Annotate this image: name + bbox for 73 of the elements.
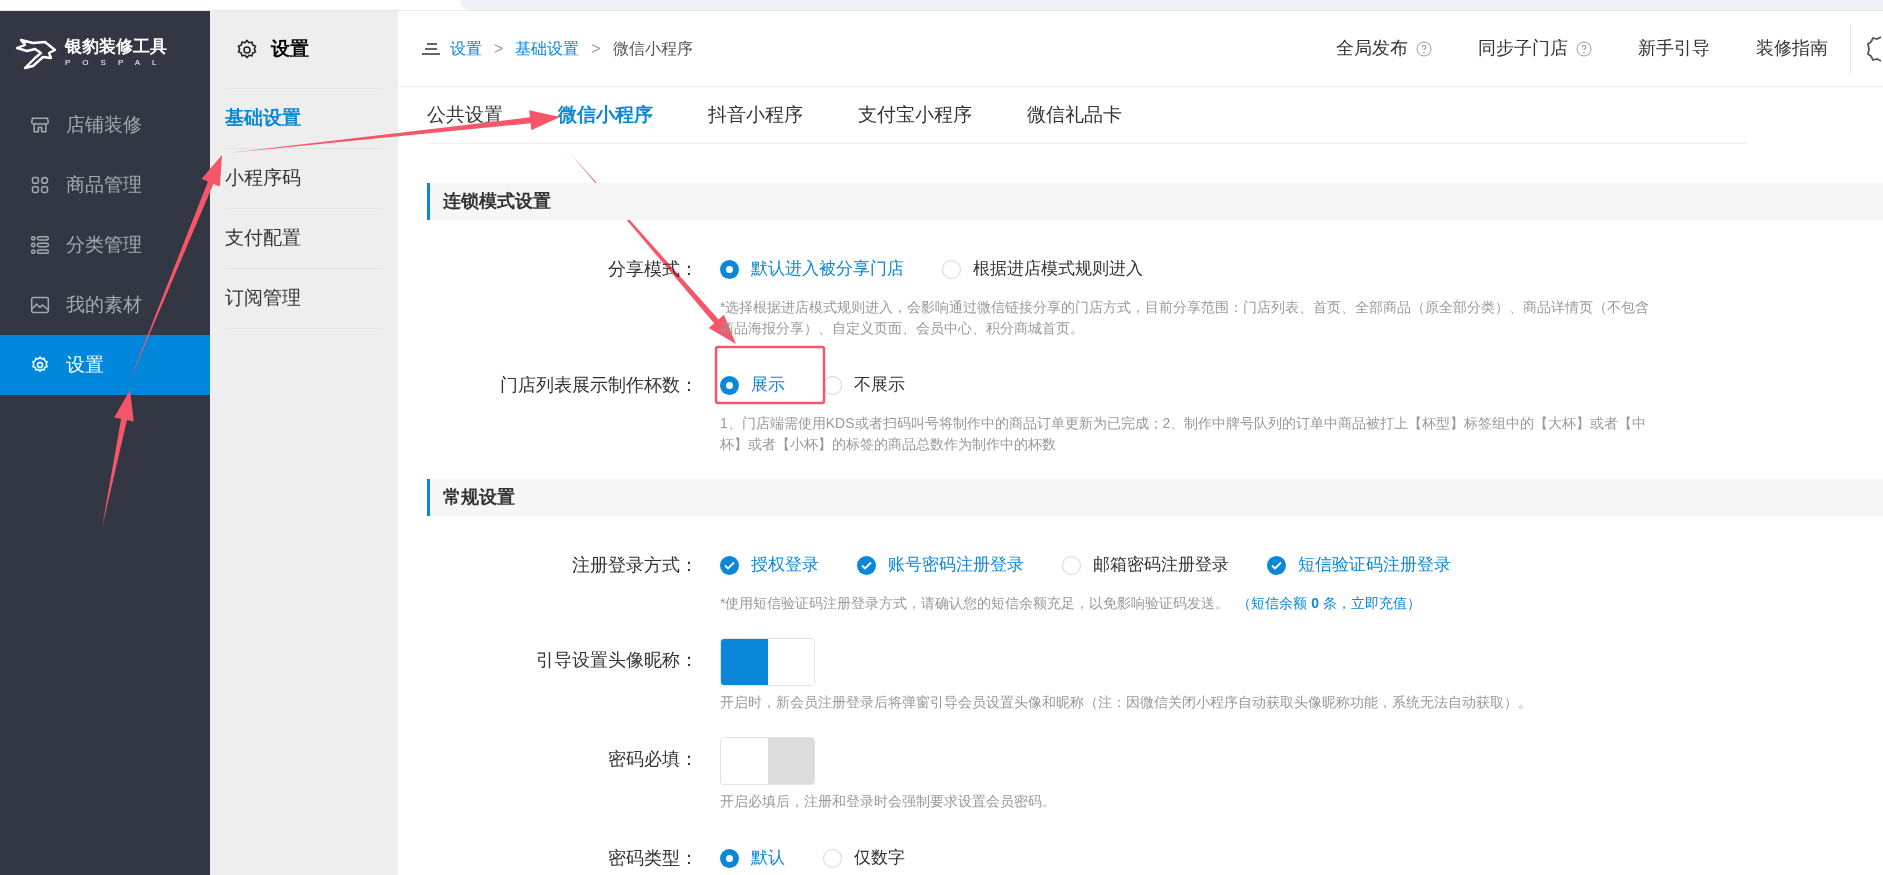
nav-item[interactable]: 商品管理 xyxy=(0,155,210,215)
help-text: 开启时，新会员注册登录后将弹窗引导会员设置头像和昵称（注：因微信关闭小程序自动获取头像昵称功能，系统无法自动获取）。 xyxy=(720,693,1532,712)
option-label: 授权登录 xyxy=(751,554,819,577)
check-icon xyxy=(724,560,735,570)
leopard-logo-icon xyxy=(15,36,57,70)
radio-button[interactable] xyxy=(720,259,739,279)
recharge-link[interactable]: （短信余额 0 条，立即充值） xyxy=(1237,595,1422,611)
nav-label: 我的素材 xyxy=(66,292,142,317)
list-icon xyxy=(30,235,50,255)
radio-button[interactable] xyxy=(720,848,739,868)
tab[interactable]: 公共设置 xyxy=(427,101,503,143)
checkbox[interactable] xyxy=(1267,555,1286,575)
nav-item[interactable]: 我的素材 xyxy=(0,275,210,335)
header-link[interactable]: 全局发布 xyxy=(1336,35,1408,62)
option-label: 根据进店模式规则进入 xyxy=(973,258,1143,281)
option-label: 默认 xyxy=(751,847,785,870)
option-label: 邮箱密码注册登录 xyxy=(1093,554,1229,577)
tab[interactable]: 微信礼品卡 xyxy=(1027,101,1122,143)
check-icon xyxy=(1271,560,1282,570)
menu-fold-icon[interactable] xyxy=(422,41,440,56)
header-link[interactable]: 同步子门店 xyxy=(1478,35,1568,62)
nav-label: 商品管理 xyxy=(66,172,142,197)
radio-button[interactable] xyxy=(720,375,739,395)
help-text: 开启必填后，注册和登录时会强制要求设置会员密码。 xyxy=(720,792,1056,811)
nav-label: 店铺装修 xyxy=(66,112,142,137)
toggle-switch[interactable] xyxy=(720,638,815,686)
breadcrumb-current: 微信小程序 xyxy=(612,38,693,59)
toggle-switch[interactable] xyxy=(720,737,815,785)
checkbox[interactable] xyxy=(1062,555,1081,575)
nav-label: 分类管理 xyxy=(66,232,142,257)
help-icon[interactable] xyxy=(1576,40,1592,57)
option-label: 展示 xyxy=(751,374,785,397)
image-icon xyxy=(30,295,50,315)
option-label: 默认进入被分享门店 xyxy=(751,258,904,281)
check-icon xyxy=(861,560,872,570)
nav-item[interactable]: 分类管理 xyxy=(0,215,210,275)
tab[interactable]: 微信小程序 xyxy=(558,101,653,143)
radio-button[interactable] xyxy=(823,848,842,868)
option-label: 账号密码注册登录 xyxy=(888,554,1024,577)
breadcrumb-link[interactable]: 设置 xyxy=(450,36,482,61)
section-title: 连锁模式设置 xyxy=(443,190,551,213)
help-icon[interactable] xyxy=(1416,40,1432,57)
field-label: 密码必填： xyxy=(607,748,699,771)
option-label: 短信验证码注册登录 xyxy=(1298,554,1451,577)
field-label: 门店列表展示制作杯数： xyxy=(499,374,699,397)
nav-item[interactable]: 设置 xyxy=(0,335,210,395)
submenu-title: 设置 xyxy=(271,37,309,62)
brand-subtitle: POSPAL xyxy=(65,57,169,69)
tab[interactable]: 支付宝小程序 xyxy=(858,101,972,143)
breadcrumb-link[interactable]: 基础设置 xyxy=(515,36,580,61)
store-icon xyxy=(30,115,50,135)
header-link[interactable]: 新手引导 xyxy=(1638,35,1710,62)
tab[interactable]: 抖音小程序 xyxy=(708,101,803,143)
option-label: 不展示 xyxy=(854,374,905,397)
section-title: 常规设置 xyxy=(443,486,515,509)
field-label: 引导设置头像昵称： xyxy=(535,649,699,672)
nav-item[interactable]: 店铺装修 xyxy=(0,95,210,155)
radio-button[interactable] xyxy=(942,259,961,279)
header-link[interactable]: 装修指南 xyxy=(1756,35,1828,62)
grid-icon xyxy=(30,175,50,195)
nav-label: 设置 xyxy=(66,352,104,377)
checkbox[interactable] xyxy=(720,555,739,575)
submenu-item[interactable]: 支付配置 xyxy=(225,209,383,269)
submenu-item[interactable]: 订阅管理 xyxy=(225,269,383,329)
help-text: 1、门店端需使用KDS或者扫码叫号将制作中的商品订单更新为已完成；2、制作中牌号队列的订单中商品被打上【杯型】标签组中的【大杯】或者【中杯】或者【小杯】的标签的商品总数作为制作中的杯数 xyxy=(720,414,1648,454)
field-label: 密码类型： xyxy=(607,847,699,870)
field-label: 注册登录方式： xyxy=(571,554,699,577)
checkbox[interactable] xyxy=(857,555,876,575)
breadcrumb-separator: > xyxy=(591,38,601,59)
brand-name: 银豹装修工具 xyxy=(65,37,168,57)
help-text: *使用短信验证码注册登录方式，请确认您的短信余额充足，以免影响验证码发送。 （短信余额 0 条，立即充值） xyxy=(720,594,1423,613)
option-label: 仅数字 xyxy=(854,847,905,870)
breadcrumb-separator: > xyxy=(494,38,504,59)
